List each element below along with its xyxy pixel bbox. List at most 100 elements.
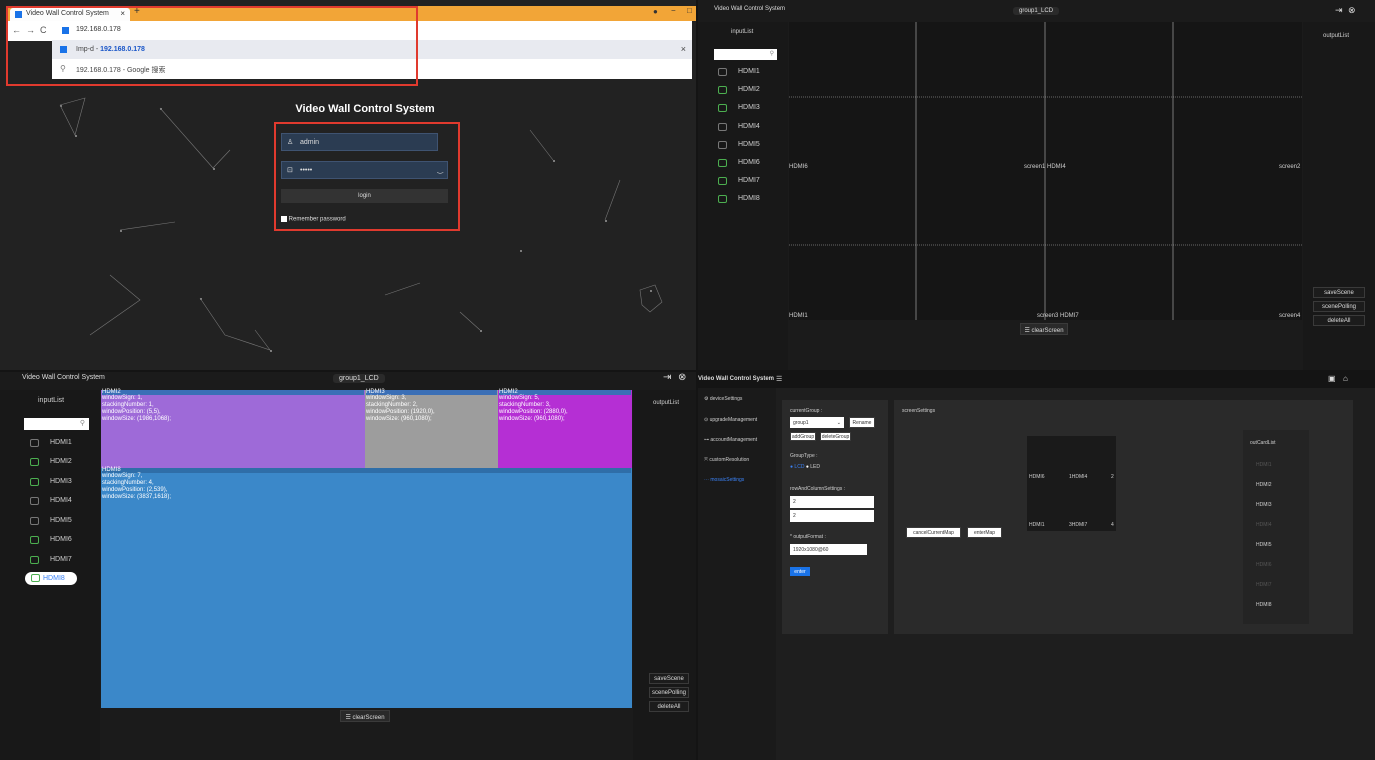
out-card-item[interactable]: HDMI6 (1256, 562, 1272, 568)
group-type-radio[interactable]: ● LCD ● LED (790, 464, 820, 470)
rename-button[interactable]: Rename (849, 417, 875, 428)
save-scene-button[interactable]: saveScene (649, 673, 689, 684)
output-format-select[interactable]: 1920x1080@60 (790, 544, 867, 555)
clear-screen-button[interactable]: ☰ clearScreen (340, 710, 390, 722)
monitor-icon (718, 159, 727, 167)
input-item-hdmi3[interactable]: HDMI3 (30, 478, 72, 486)
input-item-hdmi7[interactable]: HDMI7 (718, 177, 760, 185)
window-hdmi2-right[interactable]: HDMI2 windowSign: 5, stackingNumber: 3, … (498, 389, 632, 468)
enter-button[interactable]: enter (790, 567, 810, 576)
input-search[interactable]: ⚲ (24, 418, 89, 430)
cols-input[interactable]: 2 (790, 510, 874, 522)
delete-all-button[interactable]: deleteAll (649, 701, 689, 712)
wall-canvas[interactable]: HDMI6 screen1 HDMI4 screen2 HDMI1 screen… (789, 22, 1302, 320)
radio-led-label: LED (810, 464, 820, 470)
logout-icon[interactable]: ⇥ (663, 372, 671, 383)
menu-item-upgrade[interactable]: ⊙ upgradeManagement (704, 417, 757, 423)
close-icon[interactable]: × (681, 44, 686, 54)
delete-group-button[interactable]: deleteGroup (820, 432, 851, 441)
output-list-title: outputList (1323, 33, 1350, 39)
rows-input[interactable]: 2 (790, 496, 874, 508)
settings-sidebar: ⚙ deviceSettings ⊙ upgradeManagement ⊶ a… (698, 388, 776, 760)
input-item-hdmi2[interactable]: HDMI2 (718, 86, 760, 94)
out-card-item[interactable]: HDMI7 (1256, 582, 1272, 588)
add-group-button[interactable]: addGroup (790, 432, 816, 441)
save-icon[interactable]: ▣ (1328, 374, 1336, 383)
output-list-title: outputList (653, 400, 680, 406)
input-item-hdmi4[interactable]: HDMI4 (718, 123, 760, 131)
clear-screen-button[interactable]: ☰ clearScreen (1020, 323, 1068, 335)
out-card-item[interactable]: HDMI2 (1256, 482, 1272, 488)
monitor-icon (718, 123, 727, 131)
settings-icon[interactable]: ⊗ (678, 372, 686, 383)
input-item-hdmi8[interactable]: HDMI8 (718, 195, 760, 203)
input-item-hdmi1[interactable]: HDMI1 (30, 439, 72, 447)
monitor-icon (718, 68, 727, 76)
screen-label: HDMI1 (789, 313, 808, 319)
out-card-item[interactable]: HDMI3 (1256, 502, 1272, 508)
monitor-icon (30, 517, 39, 525)
window-info: windowSize: (1986,1068); (102, 416, 172, 422)
input-item-hdmi2[interactable]: HDMI2 (30, 458, 72, 466)
menu-item-device-settings[interactable]: ⚙ deviceSettings (704, 396, 742, 402)
menu-item-account[interactable]: ⊶ accountManagement (704, 437, 757, 443)
input-item-hdmi5[interactable]: HDMI5 (718, 141, 760, 149)
settings-icon[interactable]: ⊗ (1348, 5, 1356, 16)
wall-canvas[interactable]: HDMI2 windowSign: 1, stackingNumber: 1, … (101, 389, 632, 708)
window-hdmi3[interactable]: HDMI3 windowSign: 3, stackingNumber: 2, … (365, 389, 498, 468)
input-item-hdmi7[interactable]: HDMI7 (30, 556, 72, 564)
input-item-hdmi8[interactable]: HDMI8 (25, 572, 77, 585)
home-icon[interactable]: ⌂ (1343, 374, 1348, 383)
input-item-label: HDMI7 (50, 556, 72, 563)
input-item-label: HDMI6 (50, 536, 72, 543)
input-list-panel: inputList ⚲ HDMI1 HDMI2 HDMI3 HDMI4 HDMI… (0, 390, 100, 760)
menu-label: accountManagement (710, 437, 758, 443)
input-item-label: HDMI1 (738, 68, 760, 75)
menu-icon[interactable]: ☰ (776, 375, 782, 383)
minimize-icon[interactable]: − (671, 6, 676, 15)
menu-item-custom-resolution[interactable]: ⤧ customResolution (704, 457, 749, 463)
group-select[interactable]: group1 ⌄ (790, 417, 844, 428)
monitor-icon (30, 556, 39, 564)
monitor-icon (30, 478, 39, 486)
group-selector[interactable]: group1_LCD (1013, 7, 1060, 15)
input-item-hdmi6[interactable]: HDMI6 (30, 536, 72, 544)
input-item-hdmi3[interactable]: HDMI3 (718, 104, 760, 112)
input-item-label: HDMI1 (50, 439, 72, 446)
out-card-item[interactable]: HDMI4 (1256, 522, 1272, 528)
scene-polling-button[interactable]: scenePolling (649, 687, 689, 698)
out-card-item[interactable]: HDMI8 (1256, 602, 1272, 608)
app-title: Video Wall Control System (698, 376, 775, 382)
title-bar: Video Wall Control System ☰ ▣ ⌂ (698, 372, 1375, 388)
input-item-hdmi1[interactable]: HDMI1 (718, 68, 760, 76)
mosaic-cell-label: 1HDMI4 (1069, 474, 1088, 480)
window-info: stackingNumber: 4, (102, 480, 154, 486)
mosaic-preview[interactable]: HDMI6 1HDMI4 2 HDMI1 3HDMI7 4 (1027, 436, 1116, 531)
scene-polling-button[interactable]: scenePolling (1313, 301, 1365, 312)
input-search[interactable]: ⚲ (714, 49, 777, 60)
input-item-hdmi5[interactable]: HDMI5 (30, 517, 72, 525)
input-item-label: HDMI4 (738, 123, 760, 130)
window-info: windowSign: 7, (102, 473, 143, 479)
out-card-item[interactable]: HDMI1 (1256, 462, 1272, 468)
row-col-label: rowAndColumnSettings : (790, 486, 846, 492)
maximize-icon[interactable]: □ (687, 6, 692, 15)
menu-label: upgradeManagement (709, 417, 758, 423)
window-info: windowSize: (960,1080); (499, 416, 565, 422)
input-item-hdmi6[interactable]: HDMI6 (718, 159, 760, 167)
cancel-map-button[interactable]: cancelCurrentMap (906, 527, 961, 538)
input-item-hdmi4[interactable]: HDMI4 (30, 497, 72, 505)
profile-icon[interactable]: ● (653, 7, 658, 16)
rows-value: 2 (793, 499, 796, 505)
window-hdmi8[interactable]: HDMI8 windowSign: 7, stackingNumber: 4, … (101, 467, 632, 708)
out-card-item[interactable]: HDMI5 (1256, 542, 1272, 548)
window-hdmi2[interactable]: HDMI2 windowSign: 1, stackingNumber: 1, … (101, 389, 365, 468)
group-selector[interactable]: group1_LCD (333, 374, 385, 383)
monitor-icon (718, 141, 727, 149)
output-format-label: * outputFormat : (790, 534, 826, 540)
enter-map-button[interactable]: enterMap (967, 527, 1002, 538)
delete-all-button[interactable]: deleteAll (1313, 315, 1365, 326)
save-scene-button[interactable]: saveScene (1313, 287, 1365, 298)
menu-item-mosaic[interactable]: ⋯ mosaicSettings (704, 477, 744, 483)
logout-icon[interactable]: ⇥ (1335, 5, 1343, 16)
